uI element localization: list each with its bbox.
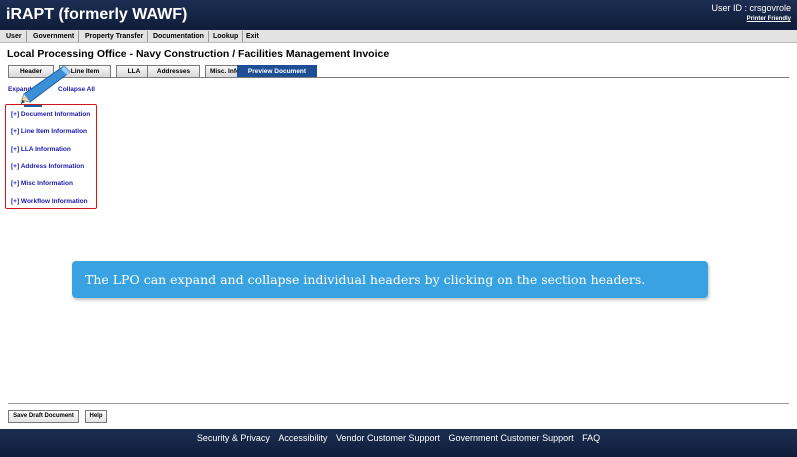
section-lla-information[interactable]: [+] LLA Information bbox=[11, 146, 71, 153]
page-title: Local Processing Office - Navy Construct… bbox=[7, 48, 390, 60]
footer: Security & Privacy Accessibility Vendor … bbox=[0, 429, 797, 457]
section-misc-information[interactable]: [+] Misc Information bbox=[11, 180, 73, 187]
printer-friendly-link[interactable]: Printer Friendly bbox=[747, 16, 791, 22]
section-address-information[interactable]: [+] Address Information bbox=[11, 163, 84, 170]
menu-documentation[interactable]: Documentation bbox=[153, 31, 209, 42]
pencil-pointer-icon bbox=[21, 65, 71, 107]
footer-links: Security & Privacy Accessibility Vendor … bbox=[0, 433, 797, 443]
section-workflow-information[interactable]: [+] Workflow Information bbox=[11, 198, 88, 205]
menu-property-transfer[interactable]: Property Transfer bbox=[85, 31, 149, 42]
help-button[interactable]: Help bbox=[85, 410, 107, 423]
menu-bar: User Government Property Transfer Docume… bbox=[0, 30, 797, 43]
tab-addresses[interactable]: Addresses bbox=[147, 65, 200, 77]
section-line-item-information[interactable]: [+] Line Item Information bbox=[11, 128, 87, 135]
user-id: User ID : crsgovrole bbox=[711, 3, 791, 13]
menu-exit[interactable]: Exit bbox=[246, 31, 263, 42]
menu-lookup[interactable]: Lookup bbox=[213, 31, 244, 42]
tab-preview-document[interactable]: Preview Document bbox=[237, 65, 317, 77]
footer-vendor-support-link[interactable]: Vendor Customer Support bbox=[336, 433, 440, 443]
callout-text: The LPO can expand and collapse individu… bbox=[85, 272, 646, 287]
menu-user[interactable]: User bbox=[6, 31, 27, 42]
footer-security-privacy-link[interactable]: Security & Privacy bbox=[197, 433, 270, 443]
save-draft-button[interactable]: Save Draft Document bbox=[8, 410, 79, 423]
section-headers-highlight: [+] Document Information [+] Line Item I… bbox=[5, 104, 97, 209]
tab-divider bbox=[8, 77, 789, 78]
bottom-divider bbox=[8, 403, 789, 404]
footer-government-support-link[interactable]: Government Customer Support bbox=[449, 433, 574, 443]
app-header: iRAPT (formerly WAWF) User ID : crsgovro… bbox=[0, 0, 797, 30]
footer-accessibility-link[interactable]: Accessibility bbox=[278, 433, 327, 443]
app-title: iRAPT (formerly WAWF) bbox=[6, 6, 188, 23]
section-document-information[interactable]: [+] Document Information bbox=[11, 111, 90, 118]
menu-government[interactable]: Government bbox=[33, 31, 80, 42]
tutorial-callout: The LPO can expand and collapse individu… bbox=[72, 261, 708, 298]
footer-faq-link[interactable]: FAQ bbox=[582, 433, 600, 443]
